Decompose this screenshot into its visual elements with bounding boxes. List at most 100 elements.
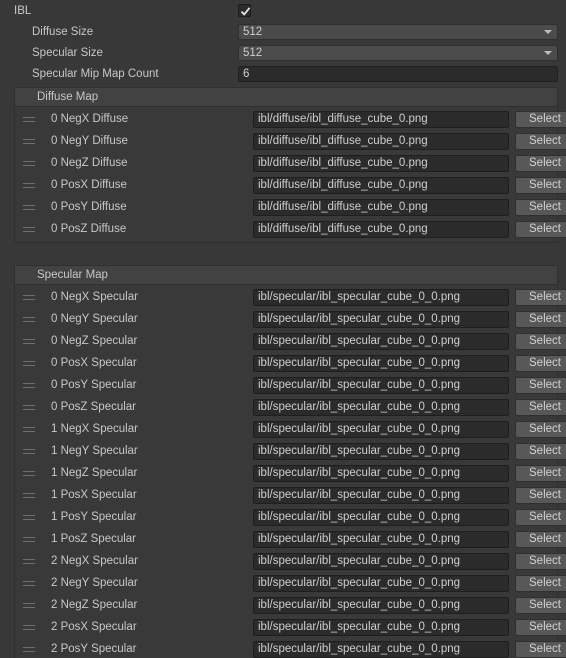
drag-handle-icon[interactable] bbox=[21, 424, 37, 434]
select-button[interactable]: Select bbox=[515, 442, 566, 460]
select-button[interactable]: Select bbox=[515, 640, 566, 658]
map-row: 0 NegZ Diffuse ibl/diffuse/ibl_diffuse_cu… bbox=[15, 152, 566, 174]
map-path-input[interactable]: ibl/diffuse/ibl_diffuse_cube_0.png bbox=[253, 154, 509, 172]
map-path-input[interactable]: ibl/specular/ibl_specular_cube_0_0.png bbox=[253, 552, 509, 570]
drag-handle-icon[interactable] bbox=[21, 292, 37, 302]
select-button[interactable]: Select bbox=[515, 132, 566, 150]
select-button[interactable]: Select bbox=[515, 110, 566, 128]
map-path-value: ibl/specular/ibl_specular_cube_0_0.png bbox=[258, 291, 461, 303]
drag-handle-icon[interactable] bbox=[21, 380, 37, 390]
map-section-title: Diffuse Map bbox=[37, 91, 99, 103]
map-path-input[interactable]: ibl/specular/ibl_specular_cube_0_0.png bbox=[253, 398, 509, 416]
drag-handle-icon[interactable] bbox=[21, 402, 37, 412]
drag-handle-icon[interactable] bbox=[21, 468, 37, 478]
select-button[interactable]: Select bbox=[515, 332, 566, 350]
specular-size-dropdown[interactable]: 512 bbox=[238, 44, 558, 61]
map-path-input[interactable]: ibl/specular/ibl_specular_cube_0_0.png bbox=[253, 618, 509, 636]
drag-handle-icon[interactable] bbox=[21, 336, 37, 346]
select-button[interactable]: Select bbox=[515, 464, 566, 482]
drag-handle-icon[interactable] bbox=[21, 358, 37, 368]
select-button[interactable]: Select bbox=[515, 486, 566, 504]
map-section-body: 0 NegX Diffuse ibl/diffuse/ibl_diffuse_cu… bbox=[15, 107, 566, 242]
select-button[interactable]: Select bbox=[515, 288, 566, 306]
map-path-input[interactable]: ibl/diffuse/ibl_diffuse_cube_0.png bbox=[253, 176, 509, 194]
select-button[interactable]: Select bbox=[515, 574, 566, 592]
select-button[interactable]: Select bbox=[515, 508, 566, 526]
map-path-input[interactable]: ibl/specular/ibl_specular_cube_0_0.png bbox=[253, 310, 509, 328]
drag-handle-icon[interactable] bbox=[21, 534, 37, 544]
drag-handle-icon[interactable] bbox=[21, 644, 37, 654]
specular-mip-map-count-value: 6 bbox=[243, 67, 250, 80]
map-row: 1 NegY Specular ibl/specular/ibl_specular… bbox=[15, 440, 566, 462]
select-button[interactable]: Select bbox=[515, 176, 566, 194]
map-row: 2 PosX Specular ibl/specular/ibl_specular… bbox=[15, 616, 566, 638]
select-button[interactable]: Select bbox=[515, 154, 566, 172]
drag-handle-icon[interactable] bbox=[21, 314, 37, 324]
specular-mip-map-count-input[interactable]: 6 bbox=[238, 65, 558, 82]
map-path-input[interactable]: ibl/specular/ibl_specular_cube_0_0.png bbox=[253, 574, 509, 592]
select-button[interactable]: Select bbox=[515, 376, 566, 394]
map-row: 2 PosY Specular ibl/specular/ibl_specular… bbox=[15, 638, 566, 658]
map-section-header[interactable]: Specular Map bbox=[15, 266, 557, 285]
drag-handle-icon[interactable] bbox=[21, 180, 37, 190]
map-row-label: 2 PosY Specular bbox=[51, 643, 137, 655]
map-path-value: ibl/specular/ibl_specular_cube_0_0.png bbox=[258, 357, 461, 369]
select-button[interactable]: Select bbox=[515, 420, 566, 438]
map-path-value: ibl/specular/ibl_specular_cube_0_0.png bbox=[258, 511, 461, 523]
select-button[interactable]: Select bbox=[515, 220, 566, 238]
drag-handle-icon[interactable] bbox=[21, 158, 37, 168]
select-button[interactable]: Select bbox=[515, 398, 566, 416]
map-row: 1 PosX Specular ibl/specular/ibl_specular… bbox=[15, 484, 566, 506]
map-path-input[interactable]: ibl/specular/ibl_specular_cube_0_0.png bbox=[253, 530, 509, 548]
drag-handle-icon[interactable] bbox=[21, 622, 37, 632]
map-path-input[interactable]: ibl/diffuse/ibl_diffuse_cube_0.png bbox=[253, 220, 509, 238]
map-row-label: 2 NegX Specular bbox=[51, 555, 138, 567]
map-row-label: 1 NegY Specular bbox=[51, 445, 138, 457]
map-path-input[interactable]: ibl/specular/ibl_specular_cube_0_0.png bbox=[253, 288, 509, 306]
select-button[interactable]: Select bbox=[515, 354, 566, 372]
map-row-label: 0 PosZ Diffuse bbox=[51, 223, 127, 235]
select-button[interactable]: Select bbox=[515, 618, 566, 636]
drag-handle-icon[interactable] bbox=[21, 512, 37, 522]
map-path-value: ibl/specular/ibl_specular_cube_0_0.png bbox=[258, 313, 461, 325]
drag-handle-icon[interactable] bbox=[21, 578, 37, 588]
map-row: 1 PosY Specular ibl/specular/ibl_specular… bbox=[15, 506, 566, 528]
select-button[interactable]: Select bbox=[515, 310, 566, 328]
drag-handle-icon[interactable] bbox=[21, 446, 37, 456]
select-button[interactable]: Select bbox=[515, 596, 566, 614]
map-row: 0 PosY Specular ibl/specular/ibl_specular… bbox=[15, 374, 566, 396]
map-path-input[interactable]: ibl/specular/ibl_specular_cube_0_0.png bbox=[253, 376, 509, 394]
map-path-input[interactable]: ibl/specular/ibl_specular_cube_0_0.png bbox=[253, 420, 509, 438]
map-row-label: 0 PosX Specular bbox=[51, 357, 137, 369]
map-path-input[interactable]: ibl/diffuse/ibl_diffuse_cube_0.png bbox=[253, 198, 509, 216]
map-path-input[interactable]: ibl/specular/ibl_specular_cube_0_0.png bbox=[253, 332, 509, 350]
map-path-input[interactable]: ibl/specular/ibl_specular_cube_0_0.png bbox=[253, 486, 509, 504]
drag-handle-icon[interactable] bbox=[21, 136, 37, 146]
map-row: 2 NegZ Specular ibl/specular/ibl_specular… bbox=[15, 594, 566, 616]
map-row-label: 2 PosX Specular bbox=[51, 621, 137, 633]
map-path-input[interactable]: ibl/diffuse/ibl_diffuse_cube_0.png bbox=[253, 110, 509, 128]
drag-handle-icon[interactable] bbox=[21, 202, 37, 212]
diffuse-size-dropdown[interactable]: 512 bbox=[238, 23, 558, 40]
map-section-header[interactable]: Diffuse Map bbox=[15, 88, 557, 107]
map-row-label: 0 NegX Specular bbox=[51, 291, 138, 303]
select-button[interactable]: Select bbox=[515, 552, 566, 570]
map-path-input[interactable]: ibl/specular/ibl_specular_cube_0_0.png bbox=[253, 354, 509, 372]
select-button[interactable]: Select bbox=[515, 530, 566, 548]
drag-handle-icon[interactable] bbox=[21, 114, 37, 124]
map-path-input[interactable]: ibl/diffuse/ibl_diffuse_cube_0.png bbox=[253, 132, 509, 150]
select-button[interactable]: Select bbox=[515, 198, 566, 216]
drag-handle-icon[interactable] bbox=[21, 224, 37, 234]
map-path-input[interactable]: ibl/specular/ibl_specular_cube_0_0.png bbox=[253, 640, 509, 658]
map-path-input[interactable]: ibl/specular/ibl_specular_cube_0_0.png bbox=[253, 464, 509, 482]
map-path-value: ibl/specular/ibl_specular_cube_0_0.png bbox=[258, 445, 461, 457]
map-path-input[interactable]: ibl/specular/ibl_specular_cube_0_0.png bbox=[253, 508, 509, 526]
drag-handle-icon[interactable] bbox=[21, 556, 37, 566]
map-path-input[interactable]: ibl/specular/ibl_specular_cube_0_0.png bbox=[253, 442, 509, 460]
ibl-checkbox[interactable] bbox=[238, 4, 251, 17]
map-row: 0 NegY Specular ibl/specular/ibl_specular… bbox=[15, 308, 566, 330]
map-path-input[interactable]: ibl/specular/ibl_specular_cube_0_0.png bbox=[253, 596, 509, 614]
drag-handle-icon[interactable] bbox=[21, 600, 37, 610]
drag-handle-icon[interactable] bbox=[21, 490, 37, 500]
